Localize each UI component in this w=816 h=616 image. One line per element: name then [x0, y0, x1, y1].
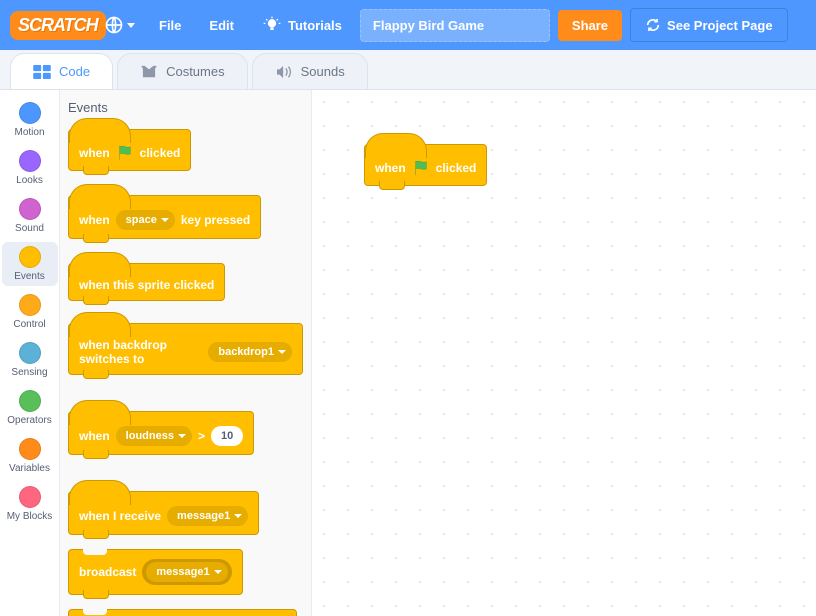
lightbulb-icon	[262, 15, 282, 35]
block-text: broadcast	[79, 565, 136, 579]
category-label: Control	[13, 319, 45, 330]
block-when-backdrop-switches[interactable]: when backdrop switches to backdrop1	[68, 323, 303, 375]
block-text: when backdrop switches to	[79, 338, 202, 366]
attribute-dropdown[interactable]: loudness	[116, 426, 192, 446]
tab-costumes[interactable]: Costumes	[117, 53, 248, 89]
block-text: when	[375, 161, 406, 175]
block-when-i-receive[interactable]: when I receive message1	[68, 491, 259, 535]
category-sensing[interactable]: Sensing	[2, 338, 58, 382]
backdrop-dropdown[interactable]: backdrop1	[208, 342, 292, 362]
block-palette[interactable]: Events when clicked when space key press…	[60, 90, 312, 616]
tutorials-label: Tutorials	[288, 18, 342, 33]
key-dropdown[interactable]: space	[116, 210, 175, 230]
tab-sounds[interactable]: Sounds	[252, 53, 368, 89]
block-text: clicked	[436, 161, 477, 175]
workspace-block-when-flag-clicked[interactable]: when clicked	[364, 144, 487, 186]
category-variables[interactable]: Variables	[2, 434, 58, 478]
tab-code-label: Code	[59, 64, 90, 79]
block-when-loudness-gt[interactable]: when loudness > 10	[68, 411, 254, 455]
category-myblocks[interactable]: My Blocks	[2, 482, 58, 526]
editor-tabs: Code Costumes Sounds	[0, 50, 816, 90]
block-text: when	[79, 146, 110, 160]
category-looks[interactable]: Looks	[2, 146, 58, 190]
block-when-sprite-clicked[interactable]: when this sprite clicked	[68, 263, 225, 301]
file-menu[interactable]: File	[149, 10, 191, 41]
category-label: Variables	[9, 463, 50, 474]
project-title-input[interactable]	[360, 9, 550, 42]
category-label: Looks	[16, 175, 43, 186]
code-icon	[33, 65, 51, 79]
category-label: Events	[14, 271, 45, 282]
block-when-key-pressed[interactable]: when space key pressed	[68, 195, 261, 239]
green-flag-icon	[412, 159, 430, 177]
category-label: Operators	[7, 415, 51, 426]
message-dropdown[interactable]: message1	[167, 506, 248, 526]
block-broadcast[interactable]: broadcast message1	[68, 549, 243, 595]
green-flag-icon	[116, 144, 134, 162]
scratch-logo[interactable]: SCRATCH	[10, 8, 90, 42]
editor-main: Motion Looks Sound Events Control Sensing Oper…	[0, 90, 816, 616]
tab-code[interactable]: Code	[10, 53, 113, 89]
see-project-page-button[interactable]: See Project Page	[630, 8, 788, 42]
category-color-dot	[19, 150, 41, 172]
category-color-dot	[19, 342, 41, 364]
message-dropdown[interactable]: message1	[146, 562, 227, 582]
globe-icon	[104, 15, 124, 35]
category-label: Motion	[14, 127, 44, 138]
category-label: Sound	[15, 223, 44, 234]
scripts-workspace[interactable]: when clicked	[312, 90, 816, 616]
category-color-dot	[19, 102, 41, 124]
category-label: Sensing	[11, 367, 47, 378]
tab-sounds-label: Sounds	[301, 64, 345, 79]
block-text: when I receive	[79, 509, 161, 523]
category-color-dot	[19, 246, 41, 268]
threshold-input[interactable]: 10	[211, 426, 243, 446]
block-text: when	[79, 213, 110, 227]
category-control[interactable]: Control	[2, 290, 58, 334]
category-operators[interactable]: Operators	[2, 386, 58, 430]
category-color-dot	[19, 438, 41, 460]
tab-costumes-label: Costumes	[166, 64, 225, 79]
palette-category-title: Events	[68, 100, 303, 115]
block-when-flag-clicked[interactable]: when clicked	[68, 129, 191, 171]
category-sound[interactable]: Sound	[2, 194, 58, 238]
block-text: >	[198, 429, 205, 443]
block-text: key pressed	[181, 213, 250, 227]
category-color-dot	[19, 390, 41, 412]
language-selector[interactable]	[98, 7, 141, 43]
message-shadow: message1	[142, 559, 231, 585]
top-menubar: SCRATCH File Edit Tutorials Share See Pr…	[0, 0, 816, 50]
block-broadcast-and-wait[interactable]: broadcast message1 and wait	[68, 609, 297, 616]
block-category-column: Motion Looks Sound Events Control Sensing Oper…	[0, 90, 60, 616]
edit-menu[interactable]: Edit	[199, 10, 244, 41]
block-text: when this sprite clicked	[79, 278, 214, 292]
block-text: clicked	[140, 146, 181, 160]
block-text: when	[79, 429, 110, 443]
refresh-icon	[645, 17, 661, 33]
scratch-logo-text: SCRATCH	[10, 11, 106, 40]
sounds-icon	[275, 65, 293, 79]
category-color-dot	[19, 486, 41, 508]
category-events[interactable]: Events	[2, 242, 58, 286]
category-color-dot	[19, 294, 41, 316]
share-button[interactable]: Share	[558, 10, 622, 41]
category-motion[interactable]: Motion	[2, 98, 58, 142]
category-label: My Blocks	[7, 511, 53, 522]
caret-down-icon	[127, 23, 135, 28]
costumes-icon	[140, 65, 158, 79]
category-color-dot	[19, 198, 41, 220]
see-project-label: See Project Page	[667, 18, 773, 33]
tutorials-button[interactable]: Tutorials	[252, 7, 352, 43]
